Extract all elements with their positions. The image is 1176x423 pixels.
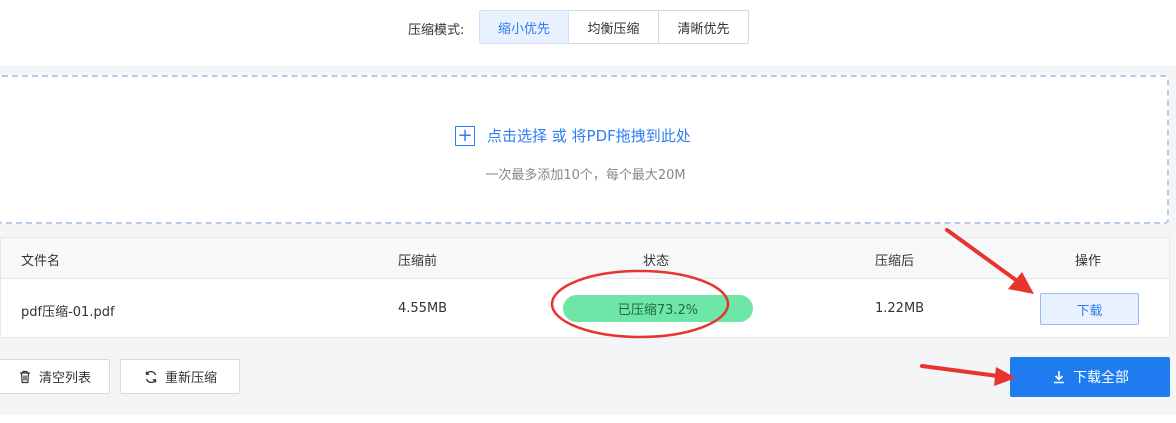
row-before-size: 4.55MB: [398, 301, 448, 316]
drop-subtitle: 一次最多添加10个，每个最大20M: [485, 168, 686, 183]
download-all-button[interactable]: 下载全部: [1010, 357, 1170, 397]
clear-list-label: 清空列表: [38, 371, 91, 386]
download-button[interactable]: 下载: [1040, 293, 1139, 325]
header-filename: 文件名: [21, 254, 61, 269]
table-header: 文件名 压缩前 状态 压缩后 操作: [1, 238, 1169, 279]
mode-option-smallest[interactable]: 缩小优先: [479, 10, 569, 44]
row-after-size: 1.22MB: [875, 301, 925, 316]
plus-icon: +: [455, 125, 475, 146]
mode-option-clearest[interactable]: 清晰优先: [659, 10, 749, 44]
compression-mode-selector: 压缩模式: 缩小优先 均衡压缩 清晰优先: [0, 10, 1176, 46]
status-text: 已压缩73.2%: [617, 303, 699, 318]
clear-list-button[interactable]: 清空列表: [0, 359, 110, 394]
mode-label: 压缩模式:: [408, 23, 465, 38]
status-progress-bar: 已压缩73.2%: [563, 295, 753, 322]
row-filename: pdf压缩-01.pdf: [21, 305, 115, 320]
download-icon: [1054, 371, 1064, 384]
recompress-button[interactable]: 重新压缩: [120, 359, 240, 394]
download-all-label: 下载全部: [1073, 370, 1129, 386]
drop-title: 点击选择 或 将PDF拖拽到此处: [487, 127, 691, 145]
recompress-label: 重新压缩: [164, 371, 217, 386]
header-after: 压缩后: [875, 254, 915, 269]
mode-option-balanced[interactable]: 均衡压缩: [569, 10, 659, 44]
file-table: 文件名 压缩前 状态 压缩后 操作 pdf压缩-01.pdf 4.55MB 已压…: [0, 237, 1170, 338]
refresh-icon: [145, 370, 157, 383]
trash-icon: [19, 370, 30, 383]
header-before: 压缩前: [398, 254, 438, 269]
header-status: 状态: [643, 254, 670, 269]
drop-prompt[interactable]: + 点击选择 或 将PDF拖拽到此处: [455, 125, 691, 146]
header-action: 操作: [1075, 254, 1102, 269]
file-drop-zone[interactable]: + 点击选择 或 将PDF拖拽到此处 一次最多添加10个，每个最大20M: [0, 75, 1169, 224]
